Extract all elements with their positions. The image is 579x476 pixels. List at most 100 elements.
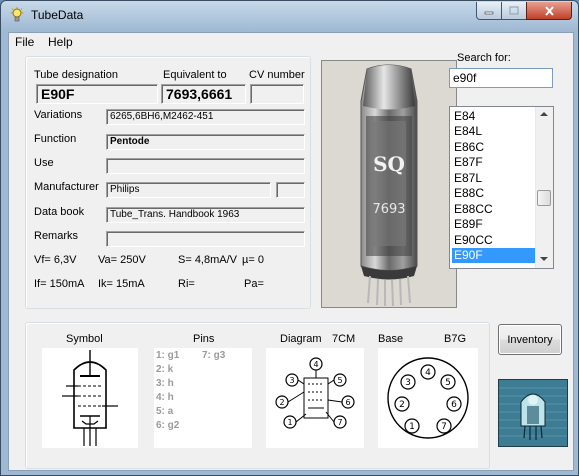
use-label: Use bbox=[34, 157, 54, 169]
maximize-button[interactable] bbox=[501, 2, 527, 20]
inventory-button-label: Inventory bbox=[507, 333, 553, 346]
title-bar[interactable]: TubeData bbox=[1, 1, 578, 31]
diagram-pin-label: 2 bbox=[279, 398, 284, 407]
cv-number-field[interactable] bbox=[250, 84, 304, 104]
databook-label: Data book bbox=[34, 206, 85, 218]
base-pin-label: 4 bbox=[425, 368, 431, 378]
tube-photo: SQ 7693 bbox=[321, 60, 457, 308]
symbol-panel bbox=[42, 348, 138, 448]
list-item[interactable]: E88C bbox=[452, 186, 536, 201]
diagram-code: 7CM bbox=[332, 333, 356, 345]
list-item-selected[interactable]: E90F bbox=[452, 248, 536, 263]
diagram-panel: 1 2 3 4 5 6 7 bbox=[266, 348, 364, 448]
base-pin-label: 3 bbox=[405, 378, 411, 388]
close-button[interactable] bbox=[526, 2, 572, 20]
manufacturer-label: Manufacturer bbox=[34, 181, 99, 193]
pin-entry: 6: g2 bbox=[156, 420, 180, 431]
maximize-icon bbox=[509, 6, 519, 15]
base-panel: 1 2 3 4 5 6 7 bbox=[378, 348, 478, 448]
tube-info-group: Tube designation Equivalent to CV number… bbox=[25, 56, 311, 309]
base-icon: 1 2 3 4 5 6 7 bbox=[387, 357, 469, 439]
equivalent-label: Equivalent to bbox=[163, 69, 227, 81]
search-label: Search for: bbox=[457, 52, 511, 64]
menu-file[interactable]: File bbox=[15, 35, 34, 49]
diagrams-group: Symbol Pins Diagram 7CM Base B7G 1: g1 2… bbox=[25, 322, 490, 469]
remarks-label: Remarks bbox=[34, 230, 79, 242]
tube-symbol-icon bbox=[62, 350, 118, 446]
base-pin-label: 7 bbox=[441, 422, 447, 432]
list-scrollbar[interactable] bbox=[535, 107, 553, 268]
designation-field[interactable]: E90F bbox=[36, 84, 158, 104]
close-icon bbox=[544, 5, 554, 16]
va-value: Va= 250V bbox=[98, 254, 146, 266]
list-item[interactable]: E84L bbox=[452, 124, 536, 139]
minimize-button[interactable] bbox=[476, 2, 502, 20]
variations-label: Variations bbox=[34, 109, 83, 121]
pin-entry: 3: h bbox=[156, 378, 174, 389]
function-label: Function bbox=[34, 133, 77, 145]
manufacturer-extra-field[interactable] bbox=[276, 182, 305, 198]
manufacturer-field[interactable]: Philips bbox=[106, 182, 271, 198]
designation-label: Tube designation bbox=[34, 69, 118, 81]
search-input[interactable]: e90f bbox=[449, 68, 553, 88]
pa-value: Pa= bbox=[244, 278, 264, 290]
pins-label: Pins bbox=[193, 333, 215, 345]
diagram-label: Diagram bbox=[280, 333, 322, 345]
vf-value: Vf= 6,3V bbox=[34, 254, 77, 266]
variations-field[interactable]: 6265,6BH6,M2462-451 bbox=[106, 109, 305, 125]
list-item[interactable]: E87F bbox=[452, 155, 536, 170]
remarks-field[interactable] bbox=[106, 231, 305, 247]
tube-print-number: 7693 bbox=[372, 202, 405, 217]
base-code: B7G bbox=[444, 333, 467, 345]
diagram-pin-label: 5 bbox=[337, 376, 342, 385]
base-pin-label: 6 bbox=[451, 400, 457, 410]
menu-file-label: File bbox=[15, 35, 35, 49]
list-item[interactable]: E90CC bbox=[452, 233, 536, 248]
tube-print-brand: SQ bbox=[373, 152, 405, 176]
list-item[interactable]: E86C bbox=[452, 140, 536, 155]
menu-help-label: Help bbox=[48, 35, 73, 49]
menu-bar: File Help bbox=[9, 33, 573, 51]
databook-field[interactable]: Tube_Trans. Handbook 1963 bbox=[106, 207, 305, 223]
diagram-pin-label: 1 bbox=[287, 418, 292, 427]
list-item[interactable]: E84 bbox=[452, 109, 536, 124]
list-item[interactable]: E89F bbox=[452, 217, 536, 232]
base-pin-label: 5 bbox=[445, 378, 451, 388]
minimize-icon bbox=[484, 11, 494, 14]
symbol-label: Symbol bbox=[66, 333, 103, 345]
mu-value: µ= 0 bbox=[242, 254, 264, 266]
list-item[interactable]: E87L bbox=[452, 171, 536, 186]
main-window: TubeData File Help Tube designation Equi… bbox=[0, 0, 579, 476]
base-pin-label: 2 bbox=[399, 400, 405, 410]
scroll-up-icon[interactable] bbox=[540, 112, 548, 116]
diagram-pin-label: 3 bbox=[289, 376, 294, 385]
base-label: Base bbox=[378, 333, 404, 345]
pin-entry: 4: h bbox=[156, 392, 174, 403]
client-area: File Help Tube designation Equivalent to… bbox=[8, 32, 574, 471]
app-logo bbox=[498, 379, 568, 447]
pin-diagram-icon: 1 2 3 4 5 6 7 bbox=[275, 357, 355, 429]
window-title: TubeData bbox=[31, 8, 84, 22]
pins-panel: 1: g1 2: k 3: h 4: h 5: a 6: g2 7: g3 bbox=[154, 348, 252, 448]
use-field[interactable] bbox=[106, 158, 305, 174]
cv-number-label: CV number bbox=[249, 69, 305, 81]
pin-entry: 2: k bbox=[156, 364, 174, 375]
function-field[interactable]: Pentode bbox=[106, 134, 305, 150]
ik-value: Ik= 15mA bbox=[98, 278, 145, 290]
base-pin-label: 1 bbox=[409, 422, 415, 432]
pin-entry: 5: a bbox=[156, 406, 174, 417]
menu-help[interactable]: Help bbox=[48, 35, 73, 49]
list-item[interactable]: E88CC bbox=[452, 202, 536, 217]
pin-entry: 7: g3 bbox=[202, 350, 226, 361]
inventory-button[interactable]: Inventory bbox=[498, 324, 562, 355]
scroll-down-icon[interactable] bbox=[540, 257, 548, 261]
scroll-thumb[interactable] bbox=[537, 190, 551, 206]
ri-value: Ri= bbox=[178, 278, 195, 290]
lightbulb-icon bbox=[10, 7, 24, 22]
tube-list[interactable]: E84 E84L E86C E87F E87L E88C E88CC E89F … bbox=[449, 106, 554, 269]
equivalent-field[interactable]: 7693,6661 bbox=[161, 84, 246, 104]
tube-image: SQ 7693 bbox=[322, 61, 456, 307]
if-value: If= 150mA bbox=[34, 278, 85, 290]
diagram-pin-label: 4 bbox=[313, 360, 318, 369]
pin-entry: 1: g1 bbox=[156, 350, 180, 361]
